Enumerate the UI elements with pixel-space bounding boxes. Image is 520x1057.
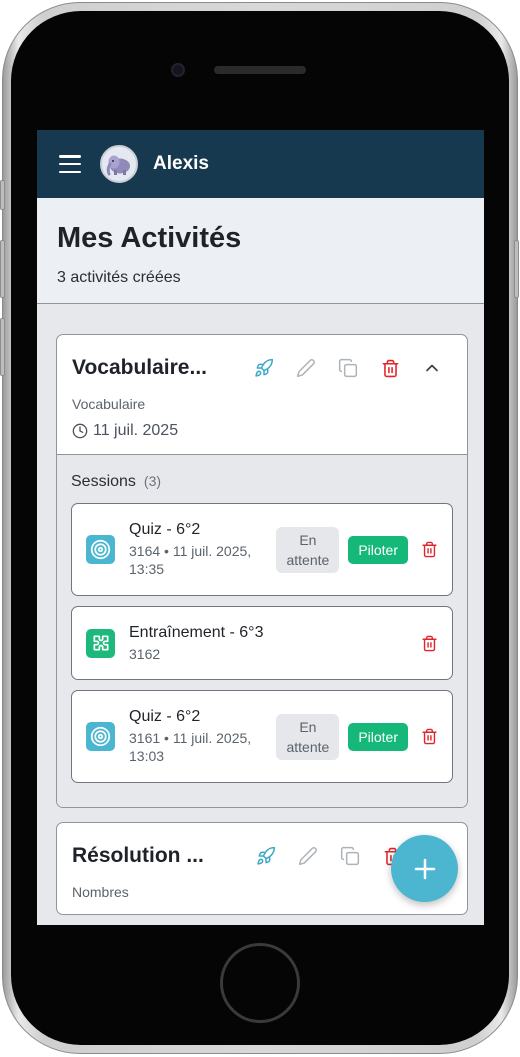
sessions-panel: Sessions (3) Quiz - 6°2 3164 • 11 juil. …: [57, 454, 467, 807]
collapse-button[interactable]: [411, 355, 453, 381]
hamburger-menu-icon[interactable]: [59, 155, 81, 173]
rocket-icon: [255, 358, 274, 377]
user-name: Alexis: [153, 153, 209, 174]
status-badge-line1: En: [299, 531, 317, 548]
page-subtitle: 3 activités créées: [57, 269, 181, 286]
puzzle-icon: [86, 628, 115, 658]
status-badge-line2: attente: [286, 551, 330, 568]
clock-icon: [72, 423, 88, 439]
sessions-label: Sessions: [71, 473, 136, 490]
session-item[interactable]: Quiz - 6°2 3161 • 11 juil. 2025, 13:03 E…: [71, 690, 453, 783]
launch-button[interactable]: [243, 355, 285, 381]
sessions-count: (3): [143, 473, 162, 489]
session-info: Quiz - 6°2 3164 • 11 juil. 2025, 13:35: [129, 521, 276, 578]
duplicate-button[interactable]: [329, 843, 371, 869]
app-bar: Alexis: [37, 130, 484, 198]
add-activity-button[interactable]: [391, 835, 458, 902]
session-item[interactable]: Entraînement - 6°3 3162: [71, 606, 453, 680]
activity-list: Vocabulaire... Vocabulaire 11 juil. 2025…: [37, 304, 484, 915]
delete-session-button[interactable]: [420, 541, 438, 558]
copy-icon: [340, 846, 360, 866]
session-meta-line2: 13:03: [129, 748, 165, 764]
sessions-header: Sessions (3): [71, 473, 453, 491]
activity-title: Résolution ...: [72, 844, 204, 867]
delete-activity-button[interactable]: [369, 355, 411, 381]
activity-card: Vocabulaire... Vocabulaire 11 juil. 2025…: [56, 334, 468, 808]
pencil-icon: [298, 847, 317, 866]
trash-icon: [382, 359, 398, 377]
trash-icon: [421, 728, 437, 745]
session-title: Entraînement - 6°3: [129, 623, 264, 641]
chevron-up-icon: [426, 364, 438, 372]
session-meta: 3162: [129, 645, 161, 662]
plus-icon: [414, 858, 435, 879]
app-screen: Alexis Mes Activités 3 activités créées …: [37, 130, 484, 925]
phone-volume-down: [0, 318, 5, 376]
status-badge-line1: En: [299, 718, 317, 735]
activity-card-header[interactable]: Vocabulaire... Vocabulaire 11 juil. 2025: [57, 335, 467, 454]
status-badge: En attente: [276, 713, 340, 760]
edit-button[interactable]: [287, 843, 329, 869]
session-meta: 3164 • 11 juil. 2025, 13:35: [129, 542, 276, 578]
pencil-icon: [296, 359, 315, 378]
page-title: Mes Activités: [57, 222, 242, 254]
session-meta: 3161 • 11 juil. 2025, 13:03: [129, 729, 276, 765]
edit-button[interactable]: [285, 355, 327, 381]
session-meta-line1: 3161 • 11 juil. 2025,: [129, 730, 252, 746]
copy-icon: [338, 358, 358, 378]
delete-session-button[interactable]: [420, 635, 438, 652]
session-meta-line1: 3164 • 11 juil. 2025,: [129, 543, 252, 559]
trash-icon: [421, 635, 437, 651]
activity-date: 11 juil. 2025: [72, 422, 453, 440]
session-title: Quiz - 6°2: [129, 708, 201, 725]
session-item[interactable]: Quiz - 6°2 3164 • 11 juil. 2025, 13:35 E…: [71, 503, 453, 596]
delete-session-button[interactable]: [420, 728, 438, 745]
pilot-button[interactable]: Piloter: [348, 722, 408, 751]
activity-category: Vocabulaire: [72, 396, 146, 412]
session-meta-line2: 13:35: [129, 561, 165, 577]
activity-date-text: 11 juil. 2025: [93, 422, 179, 439]
status-badge: En attente: [276, 526, 340, 573]
status-badge-line2: attente: [286, 738, 330, 755]
target-icon: [86, 722, 115, 751]
activity-actions: [243, 355, 453, 381]
session-title: Quiz - 6°2: [129, 521, 201, 538]
activity-title: Vocabulaire...: [72, 356, 207, 379]
session-info: Entraînement - 6°3 3162: [129, 624, 420, 663]
rocket-icon: [257, 846, 276, 865]
trash-icon: [421, 541, 437, 558]
target-icon: [86, 535, 115, 564]
launch-button[interactable]: [245, 843, 287, 869]
activity-actions: [245, 843, 413, 869]
elephant-icon: [106, 155, 130, 176]
avatar[interactable]: [100, 145, 138, 183]
home-button[interactable]: [220, 943, 300, 1023]
phone-mute-switch: [0, 180, 5, 210]
phone-volume-up: [0, 240, 5, 298]
phone-power-button: [514, 240, 519, 298]
duplicate-button[interactable]: [327, 355, 369, 381]
page-header: Mes Activités 3 activités créées: [37, 198, 484, 304]
pilot-button[interactable]: Piloter: [348, 535, 408, 564]
front-camera: [171, 63, 185, 77]
earpiece-speaker: [214, 66, 306, 74]
session-info: Quiz - 6°2 3161 • 11 juil. 2025, 13:03: [129, 708, 276, 765]
